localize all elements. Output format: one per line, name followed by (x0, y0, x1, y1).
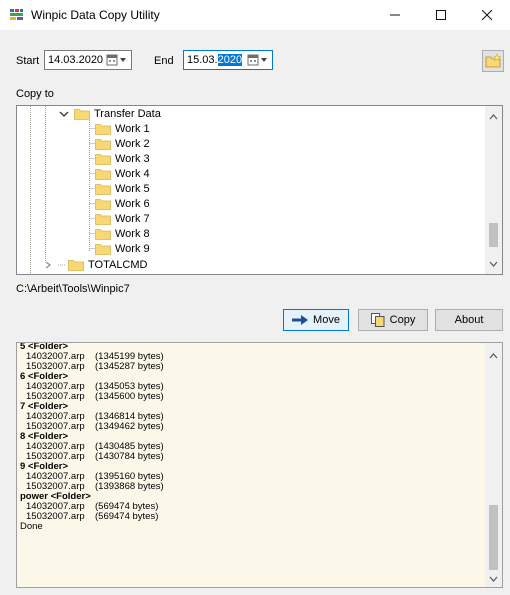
move-button[interactable]: Move (283, 309, 349, 331)
window-title: Winpic Data Copy Utility (31, 8, 160, 22)
maximize-button[interactable] (418, 0, 464, 30)
folder-icon (95, 183, 111, 195)
tree-item-label: Work 4 (115, 167, 150, 180)
log-file-line: 15032007.arp (1430784 bytes) (20, 452, 482, 462)
folder-icon (74, 108, 90, 120)
tree-item-totalcmd[interactable]: TOTALCMD (42, 257, 148, 272)
tree-item-label: Work 8 (115, 227, 150, 240)
winpic-app-icon (9, 8, 24, 21)
folder-icon (95, 243, 111, 255)
tree-item-transfer-data[interactable]: Transfer Data (58, 106, 161, 121)
log-file-line: 15032007.arp (1349462 bytes) (20, 422, 482, 432)
close-button[interactable] (464, 0, 510, 30)
log-lines: 5 <Folder> 14032007.arp (1345199 bytes) 150… (20, 342, 482, 532)
about-button[interactable]: About (435, 309, 503, 331)
tree-item-label: Transfer Data (94, 107, 161, 120)
tree-item-label: Work 5 (115, 182, 150, 195)
tree-item-label: TOTALCMD (88, 258, 148, 271)
chevron-down-icon[interactable] (58, 109, 70, 119)
tree-item-work-9[interactable]: Work 9 (95, 241, 150, 256)
end-date-picker[interactable]: 15.03.2020 (183, 50, 273, 70)
settings-button[interactable] (482, 50, 504, 72)
log-folder-line: 5 <Folder> (20, 342, 69, 352)
folder-icon (68, 259, 84, 271)
tree-item-work-3[interactable]: Work 3 (95, 151, 150, 166)
folder-icon (95, 228, 111, 240)
tree-item-label: Work 1 (115, 122, 150, 135)
chevron-down-icon[interactable] (485, 570, 502, 587)
log-file-line: 14032007.arp (1345053 bytes) (20, 382, 482, 392)
copy-icon (370, 313, 385, 327)
calendar-dropdown-icon[interactable] (106, 54, 128, 66)
log-file-line: 14032007.arp (1430485 bytes) (20, 442, 482, 452)
tree-item-label: Work 2 (115, 137, 150, 150)
folder-icon (95, 198, 111, 210)
tree-item-work-6[interactable]: Work 6 (95, 196, 150, 211)
tree-item-label: Work 6 (115, 197, 150, 210)
end-date-value-prefix: 15.03. (187, 54, 218, 66)
folder-star-icon (485, 54, 501, 68)
start-date-value: 14.03.2020 (48, 54, 104, 66)
log-file-line: 14032007.arp (569474 bytes) (20, 502, 482, 512)
log-scrollbar[interactable] (485, 343, 502, 587)
tree-item-label: Work 3 (115, 152, 150, 165)
folder-icon (95, 213, 111, 225)
minimize-button[interactable] (372, 0, 418, 30)
log-file-size: (1393868 bytes) (95, 481, 164, 492)
tree-item-work-4[interactable]: Work 4 (95, 166, 150, 181)
log-output[interactable]: 5 <Folder> 14032007.arp (1345199 bytes) 150… (16, 342, 503, 588)
move-button-label: Move (313, 314, 340, 326)
log-scrollbar-thumb[interactable] (489, 505, 498, 570)
end-label: End (154, 55, 174, 67)
copy-to-label: Copy to (16, 88, 54, 100)
arrow-right-icon (292, 315, 309, 325)
log-file-size: (1349462 bytes) (95, 421, 164, 432)
log-file-line: 15032007.arp (569474 bytes) (20, 512, 482, 522)
log-file-line: 15032007.arp (1345600 bytes) (20, 392, 482, 402)
log-folder-line: 7 <Folder> (20, 401, 69, 412)
chevron-up-icon[interactable] (485, 347, 502, 364)
log-file-line: 14032007.arp (1345199 bytes) (20, 352, 482, 362)
log-file-line: 14032007.arp (1395160 bytes) (20, 472, 482, 482)
chevron-right-icon[interactable] (42, 260, 54, 270)
chevron-up-icon[interactable] (485, 108, 502, 125)
title-bar: Winpic Data Copy Utility (0, 0, 510, 30)
tree-connector (58, 264, 66, 265)
log-folder-line: 9 <Folder> (20, 461, 69, 472)
tree-item-label: Work 7 (115, 212, 150, 225)
log-folder-line: 8 <Folder> (20, 431, 69, 442)
log-folder-line: power <Folder> (20, 491, 91, 502)
copy-button-label: Copy (389, 314, 416, 326)
folder-icon (95, 123, 111, 135)
tree-item-label: Work 9 (115, 242, 150, 255)
log-status-line: Done (20, 521, 43, 532)
end-date-value-selected: 2020 (217, 54, 243, 66)
tree-item-work-8[interactable]: Work 8 (95, 226, 150, 241)
copy-button[interactable]: Copy (358, 309, 428, 331)
log-file-line: 14032007.arp (1346814 bytes) (20, 412, 482, 422)
folder-icon (95, 138, 111, 150)
log-folder-line: 6 <Folder> (20, 371, 69, 382)
tree-scrollbar-thumb[interactable] (489, 223, 498, 247)
tree-scrollbar[interactable] (485, 106, 502, 274)
chevron-down-icon[interactable] (485, 255, 502, 272)
folder-icon (95, 153, 111, 165)
selected-path: C:\Arbeit\Tools\Winpic7 (16, 283, 130, 295)
start-date-picker[interactable]: 14.03.2020 (44, 50, 132, 70)
calendar-dropdown-icon[interactable] (247, 54, 269, 66)
tree-item-work-1[interactable]: Work 1 (95, 121, 150, 136)
folder-icon (95, 168, 111, 180)
log-file-size: (1345287 bytes) (95, 361, 164, 372)
about-button-label: About (454, 314, 484, 326)
tree-item-work-7[interactable]: Work 7 (95, 211, 150, 226)
folder-tree[interactable]: Transfer Data Work 1 Work 2 Work 3 Work … (16, 105, 503, 275)
tree-item-work-5[interactable]: Work 5 (95, 181, 150, 196)
log-file-size: (1430784 bytes) (95, 451, 164, 462)
log-file-line: 15032007.arp (1345287 bytes) (20, 362, 482, 372)
start-label: Start (16, 55, 40, 67)
log-file-size: (569474 bytes) (95, 511, 159, 522)
tree-item-work-2[interactable]: Work 2 (95, 136, 150, 151)
log-file-size: (1345600 bytes) (95, 391, 164, 402)
